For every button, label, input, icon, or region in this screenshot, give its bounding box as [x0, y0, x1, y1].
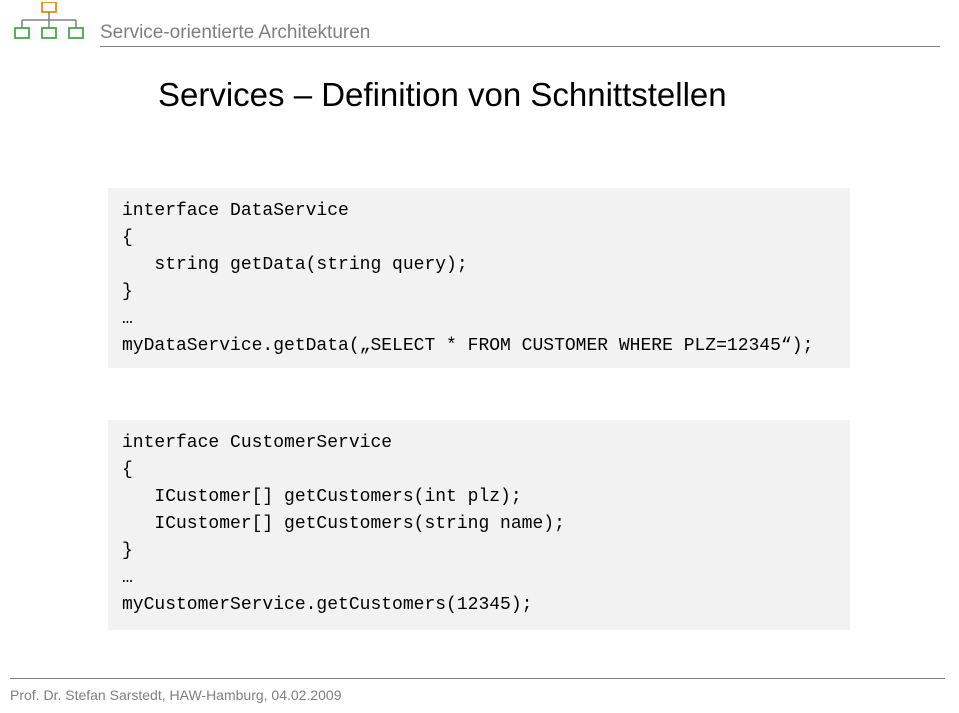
code-block-dataservice: interface DataService { string getData(s…: [108, 188, 850, 368]
slide-title: Services – Definition von Schnittstellen: [158, 76, 727, 114]
header-course-title: Service-orientierte Architekturen: [100, 22, 370, 44]
logo-diagram-icon: [14, 2, 89, 52]
footer-divider: [10, 678, 945, 679]
code-block-customerservice: interface CustomerService { ICustomer[] …: [108, 420, 850, 630]
header-divider: [100, 46, 940, 47]
footer-text: Prof. Dr. Stefan Sarstedt, HAW-Hamburg, …: [10, 687, 342, 703]
slide-page: Service-orientierte Architekturen Servic…: [0, 0, 959, 713]
